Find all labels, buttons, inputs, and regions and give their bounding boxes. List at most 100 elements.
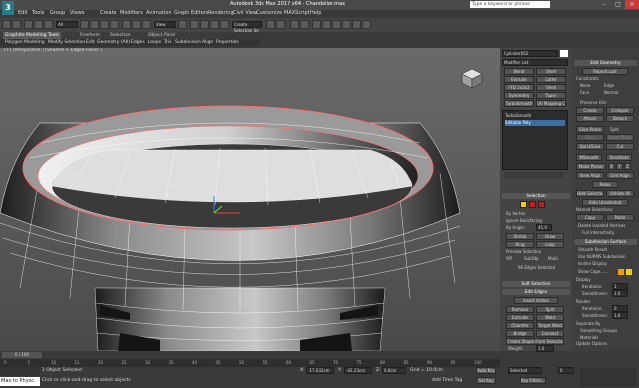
constraint-face-radio[interactable]: Face — [580, 90, 589, 95]
quickslice-button[interactable]: QuickSlice — [576, 143, 604, 150]
split-edge-button[interactable]: Split — [536, 306, 564, 313]
schematic-view-icon[interactable] — [322, 20, 331, 29]
shell-button[interactable]: Shell — [536, 68, 566, 75]
smoothing-groups-checkbox[interactable]: Smoothing Groups — [580, 328, 617, 333]
tab-graphite-modeling-tools[interactable]: Graphite Modeling Tools — [3, 32, 62, 39]
extrude-modifier-button[interactable]: Extrude — [504, 76, 534, 83]
rotate-icon[interactable] — [132, 20, 141, 29]
ring-button[interactable]: Ring — [506, 241, 534, 248]
hide-unselected-button[interactable]: Hide Unselected — [582, 199, 628, 206]
modifier-stack[interactable]: TurboSmooth Editable Poly — [502, 110, 568, 170]
z-coordinate[interactable]: 0.0cm — [382, 367, 406, 374]
relax-button[interactable]: Relax — [592, 181, 618, 188]
subtab-modify-selection[interactable]: Modify Selection — [48, 39, 85, 46]
subtab-loops[interactable]: Loops — [148, 39, 161, 46]
full-interactivity-checkbox[interactable]: Full Interactivity — [582, 230, 614, 235]
menu-maxscript[interactable]: MAXScript — [284, 10, 310, 16]
by-angle-value[interactable]: 45.0 — [536, 224, 552, 231]
symmetry-button[interactable]: Symmetry — [504, 92, 534, 99]
soft-selection-rollout[interactable]: Soft Selection — [502, 281, 570, 287]
constraint-edge-radio[interactable]: Edge — [604, 83, 614, 88]
spinner-snap-icon[interactable] — [220, 20, 229, 29]
link-icon[interactable] — [24, 20, 33, 29]
attach-button[interactable]: Attach — [576, 115, 604, 122]
timeline[interactable]: 0 / 100 0 5 10 15 20 25 30 35 40 45 50 55 60 65 70 75 80… — [0, 351, 500, 367]
key-filters-button[interactable]: Key Filters... — [520, 377, 546, 384]
unhide-all-button[interactable]: Unhide All — [606, 190, 634, 197]
weld-button[interactable]: Weld — [536, 314, 564, 321]
insert-vertex-button[interactable]: Insert Vertex — [514, 297, 558, 304]
window-crossing-icon[interactable] — [110, 20, 119, 29]
minimize-icon[interactable]: – — [597, 0, 611, 9]
snap-toggle-icon[interactable] — [190, 20, 199, 29]
uv-mapping-button[interactable]: UV Mapping Cle — [536, 100, 566, 107]
constraint-none-radio[interactable]: None — [580, 83, 590, 88]
preview-subobj-radio[interactable]: SubObj — [524, 256, 538, 261]
close-icon[interactable]: ✕ — [625, 0, 639, 9]
create-shape-button[interactable]: Create Shape From Selection — [506, 338, 564, 345]
reset-plane-button[interactable]: Reset Plane — [606, 134, 634, 141]
subtab-subdivision[interactable]: Subdivision — [175, 39, 201, 46]
object-color-swatch[interactable] — [560, 50, 568, 57]
ignore-backfacing-checkbox[interactable]: Ignore Backfacing — [506, 218, 542, 223]
bridge-button[interactable]: Bridge — [506, 330, 534, 337]
collapse-button[interactable]: Collapse — [606, 107, 634, 114]
iterations-value[interactable]: 1 — [612, 283, 628, 290]
align-icon[interactable] — [276, 20, 285, 29]
tab-object-paint[interactable]: Object Paint — [148, 32, 175, 39]
menu-tools[interactable]: Tools — [32, 10, 44, 16]
constraint-normal-radio[interactable]: Normal — [604, 90, 618, 95]
x-coordinate[interactable]: -17.032cm — [306, 367, 334, 374]
percent-snap-icon[interactable] — [210, 20, 219, 29]
reference-coordinate-dropdown[interactable]: View — [154, 21, 176, 28]
isoline-display-checkbox[interactable]: Isoline Display — [578, 261, 607, 266]
render-smoothness-value[interactable]: 1.0 — [612, 312, 628, 319]
select-object-icon[interactable] — [80, 20, 89, 29]
cage-color-swatch-2[interactable] — [626, 269, 632, 275]
lathe-button[interactable]: Lathe — [536, 76, 566, 83]
planar-x-button[interactable]: X — [608, 163, 615, 170]
ffd-button[interactable]: FFD 2x2x2 — [504, 84, 534, 91]
materials-checkbox[interactable]: Materials — [580, 335, 598, 340]
stack-item-turbosmooth[interactable]: TurboSmooth — [505, 113, 565, 119]
subtab-tris[interactable]: Tris — [164, 39, 172, 46]
layer-explorer-icon[interactable] — [300, 20, 309, 29]
menu-animation[interactable]: Animation — [146, 10, 172, 16]
edit-geometry-rollout[interactable]: Edit Geometry — [574, 60, 637, 66]
border-mode-icon[interactable] — [538, 201, 545, 208]
search-input[interactable]: Type a keyword or phrase — [470, 1, 550, 8]
select-by-name-icon[interactable] — [90, 20, 99, 29]
by-vertex-checkbox[interactable]: By Vertex — [506, 211, 525, 216]
viewcube-icon[interactable] — [462, 66, 482, 86]
remove-button[interactable]: Remove — [506, 306, 534, 313]
render-production-icon[interactable] — [362, 20, 371, 29]
connect-button[interactable]: Connect — [536, 330, 564, 337]
detach-button[interactable]: Detach — [606, 115, 634, 122]
delete-isolated-checkbox[interactable]: Delete Isolated Vertices — [578, 223, 625, 228]
shrink-button[interactable]: Shrink — [506, 233, 534, 240]
taper-button[interactable]: Taper — [536, 92, 566, 99]
menu-modifiers[interactable]: Modifiers — [120, 10, 143, 16]
add-time-tag[interactable]: Add Time Tag — [432, 378, 462, 383]
vertex-mode-icon[interactable] — [520, 201, 527, 208]
planar-z-button[interactable]: Z — [624, 163, 631, 170]
render-iterations-value[interactable]: 0 — [612, 305, 628, 312]
make-planar-button[interactable]: Make Planar — [576, 163, 606, 170]
target-weld-button[interactable]: Target Weld — [536, 322, 564, 329]
by-angle-checkbox[interactable]: By Angle: — [506, 225, 525, 230]
bind-space-warp-icon[interactable] — [44, 20, 53, 29]
subtab-align[interactable]: Align — [202, 39, 213, 46]
undo-icon[interactable] — [2, 20, 11, 29]
planar-y-button[interactable]: Y — [616, 163, 623, 170]
angle-snap-icon[interactable] — [200, 20, 209, 29]
repeat-last-button[interactable]: Repeat Last — [582, 68, 628, 75]
preserve-uvs-checkbox[interactable]: Preserve UVs — [580, 100, 606, 105]
turbosmooth-button[interactable]: TurboSmooth — [504, 100, 534, 107]
scale-icon[interactable] — [142, 20, 151, 29]
subtab-edit[interactable]: Edit — [86, 39, 95, 46]
maxscript-listener-top[interactable] — [0, 367, 40, 376]
subtab-geometry-all[interactable]: Geometry (All) — [97, 39, 130, 46]
pivot-point-icon[interactable] — [178, 20, 187, 29]
shell-button-2[interactable]: Shell — [536, 84, 566, 91]
menu-group[interactable]: Group — [50, 10, 65, 16]
